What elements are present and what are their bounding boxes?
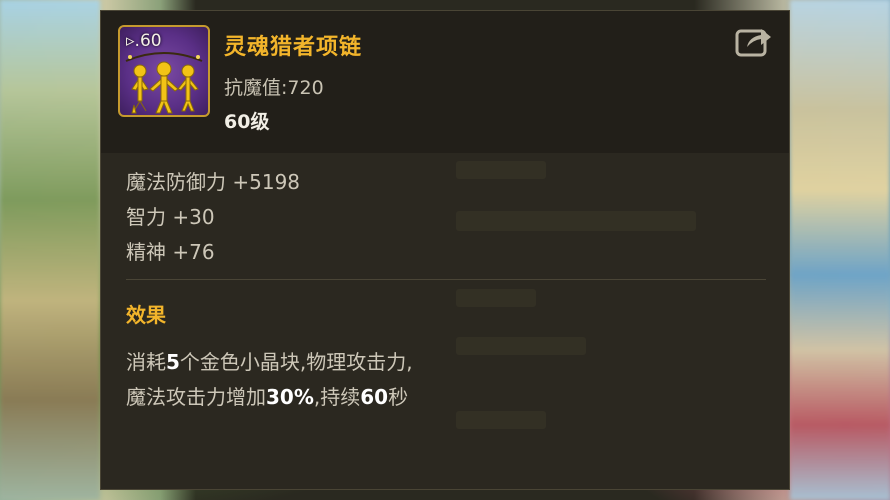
- effect-text: 消耗: [126, 350, 166, 374]
- background-ghost-row: [456, 161, 546, 179]
- effect-text: 魔法攻击力增加: [126, 385, 266, 409]
- effect-text: 秒: [388, 385, 409, 409]
- background-ghost-row: [456, 289, 536, 307]
- item-tooltip-panel: ▹.60 灵魂猎者项链 抗魔值:720 60级 魔法防御力 +5198 智力 +…: [100, 10, 790, 490]
- item-level-badge: ▹.60: [126, 31, 162, 51]
- effect-title: 效果: [126, 303, 166, 327]
- game-screen: ▹.60 灵魂猎者项链 抗魔值:720 60级 魔法防御力 +5198 智力 +…: [0, 0, 890, 500]
- effect-text: 个金色小晶块,物理攻击力,: [179, 350, 413, 374]
- item-icon-frame: ▹.60: [118, 25, 210, 117]
- background-scene-left: [0, 0, 100, 500]
- stats-list: 魔法防御力 +5198 智力 +30 精神 +76: [126, 165, 300, 270]
- share-icon: [735, 29, 771, 57]
- section-divider: [126, 279, 766, 280]
- tooltip-header: ▹.60 灵魂猎者项链 抗魔值:720 60级: [101, 11, 789, 153]
- background-ghost-row: [456, 211, 696, 231]
- item-name: 灵魂猎者项链: [224, 35, 363, 60]
- effect-line-2: 魔法攻击力增加30%,持续60秒: [126, 380, 766, 415]
- level-badge-value: 60: [139, 31, 162, 51]
- stat-spirit: 精神 +76: [126, 240, 215, 264]
- effect-number-highlight: 30%: [266, 385, 314, 409]
- effect-text: ,持续: [313, 385, 361, 409]
- effect-line-1: 消耗5个金色小晶块,物理攻击力,: [126, 345, 766, 380]
- effect-number-highlight: 60: [360, 385, 389, 409]
- level-badge-prefix: ▹.: [126, 31, 140, 51]
- background-scene-right: [790, 0, 890, 500]
- magic-resist-value: 抗魔值:720: [224, 77, 324, 99]
- stat-intelligence: 智力 +30: [126, 205, 215, 229]
- stat-magic-defense: 魔法防御力 +5198: [126, 170, 301, 194]
- effect-number-highlight: 5: [166, 350, 180, 374]
- level-requirement: 60级: [224, 111, 270, 133]
- share-button[interactable]: [735, 25, 773, 59]
- effect-description: 消耗5个金色小晶块,物理攻击力, 魔法攻击力增加30%,持续60秒: [126, 345, 766, 415]
